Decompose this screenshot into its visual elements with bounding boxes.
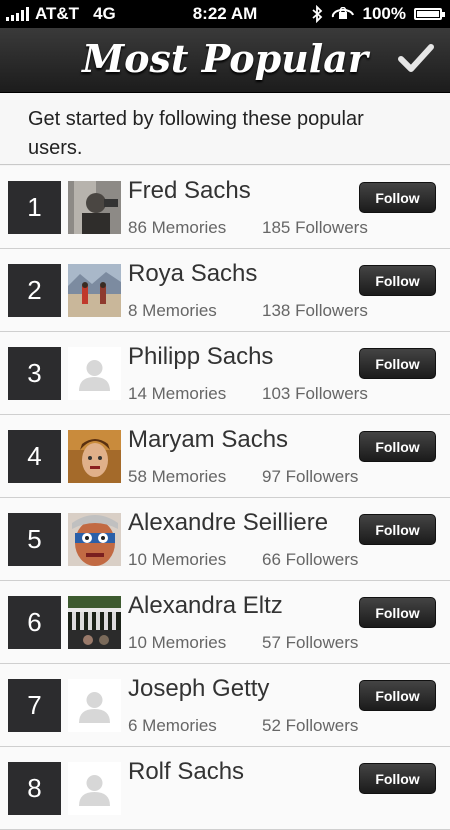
user-row[interactable]: 8 Rolf Sachs Follow <box>0 747 450 830</box>
user-row[interactable]: 5 Alexandre Seilliere 10 Memories 66 Follow… <box>0 498 450 581</box>
follow-button[interactable]: Follow <box>359 597 436 628</box>
follow-button[interactable]: Follow <box>359 680 436 711</box>
avatar[interactable] <box>68 513 121 566</box>
follow-button[interactable]: Follow <box>359 265 436 296</box>
memories-count: 10 Memories <box>128 633 227 652</box>
rank-badge: 2 <box>8 264 61 317</box>
nav-bar: Most Popular <box>0 28 450 93</box>
done-button[interactable] <box>396 38 436 78</box>
follow-button[interactable]: Follow <box>359 514 436 545</box>
follow-button[interactable]: Follow <box>359 348 436 379</box>
checkmark-icon <box>398 44 434 72</box>
user-name[interactable]: Rolf Sachs <box>128 758 244 786</box>
avatar[interactable] <box>68 596 121 649</box>
follow-button[interactable]: Follow <box>359 763 436 794</box>
followers-count: 57 Followers <box>262 633 359 652</box>
user-row[interactable]: 2 Roya Sachs 8 Memories 138 Followers Follow <box>0 249 450 332</box>
user-row[interactable]: 4 Maryam Sachs 58 Memories 97 Followers Foll… <box>0 415 450 498</box>
battery-fill <box>417 11 439 17</box>
user-name[interactable]: Roya Sachs <box>128 260 257 288</box>
avatar-placeholder-icon[interactable] <box>68 679 121 732</box>
avatar[interactable] <box>68 264 121 317</box>
followers-count: 138 Followers <box>262 301 368 320</box>
user-row[interactable]: 6 Alexandra Eltz 10 Memories 57 Followers Fo… <box>0 581 450 664</box>
follow-button[interactable]: Follow <box>359 431 436 462</box>
memories-count: 58 Memories <box>128 467 227 486</box>
user-row[interactable]: 7 Joseph Getty 6 Memories 52 Followers Follo… <box>0 664 450 747</box>
user-name[interactable]: Philipp Sachs <box>128 343 273 371</box>
rank-badge: 3 <box>8 347 61 400</box>
status-right: 100% <box>311 4 445 24</box>
avatar-placeholder-icon[interactable] <box>68 347 121 400</box>
bluetooth-icon <box>311 5 322 23</box>
user-name[interactable]: Joseph Getty <box>128 675 269 703</box>
memories-count: 14 Memories <box>128 384 227 403</box>
rank-badge: 1 <box>8 181 61 234</box>
rank-badge: 7 <box>8 679 61 732</box>
user-name[interactable]: Maryam Sachs <box>128 426 288 454</box>
avatar[interactable] <box>68 430 121 483</box>
user-name[interactable]: Alexandra Eltz <box>128 592 283 620</box>
battery-percent: 100% <box>362 4 406 23</box>
user-row[interactable]: 1 Fred Sachs 86 Memories 185 Followers Follo… <box>0 166 450 249</box>
status-bar: AT&T 4G 8:22 AM 100% <box>0 0 450 28</box>
rank-badge: 4 <box>8 430 61 483</box>
memories-count: 8 Memories <box>128 301 217 320</box>
avatar[interactable] <box>68 181 121 234</box>
battery-icon <box>414 8 445 20</box>
followers-count: 66 Followers <box>262 550 359 569</box>
avatar-placeholder-icon[interactable] <box>68 762 121 815</box>
rank-badge: 5 <box>8 513 61 566</box>
rank-badge: 8 <box>8 762 61 815</box>
follow-button[interactable]: Follow <box>359 182 436 213</box>
user-row[interactable]: 3 Philipp Sachs 14 Memories 103 Followers Fo… <box>0 332 450 415</box>
followers-count: 97 Followers <box>262 467 359 486</box>
followers-count: 52 Followers <box>262 716 359 735</box>
rank-badge: 6 <box>8 596 61 649</box>
lock-rotation-icon <box>331 7 354 19</box>
memories-count: 10 Memories <box>128 550 227 569</box>
intro-text: Get started by following these popular u… <box>0 93 450 165</box>
followers-count: 103 Followers <box>262 384 368 403</box>
page-title: Most Popular <box>82 36 368 81</box>
followers-count: 185 Followers <box>262 218 368 237</box>
memories-count: 6 Memories <box>128 716 217 735</box>
memories-count: 86 Memories <box>128 218 227 237</box>
user-name[interactable]: Alexandre Seilliere <box>128 509 328 537</box>
user-name[interactable]: Fred Sachs <box>128 177 251 205</box>
